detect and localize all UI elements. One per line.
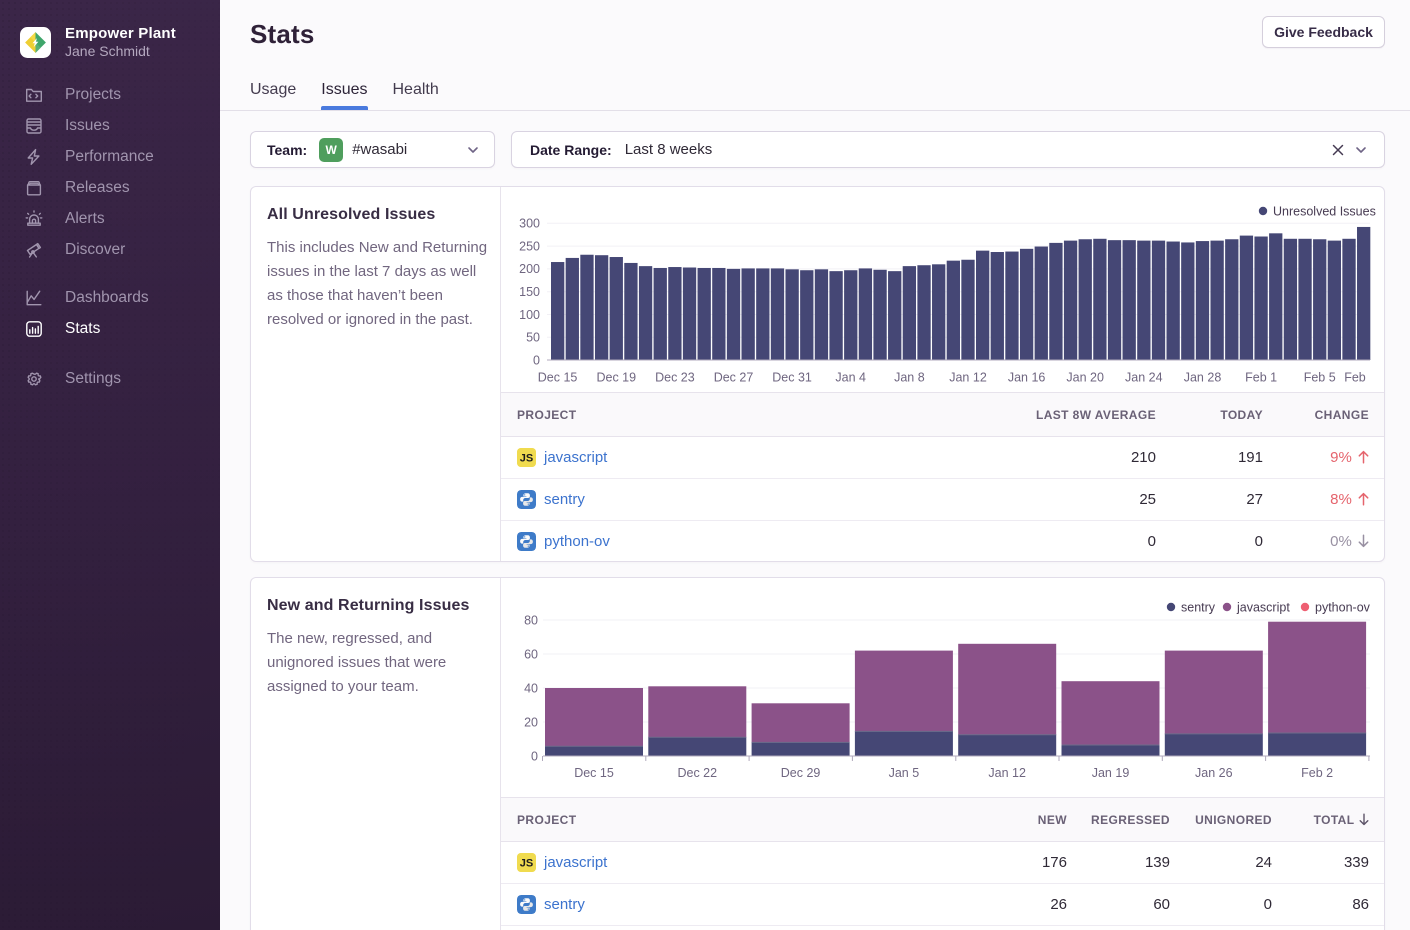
svg-text:Feb: Feb xyxy=(1344,371,1366,385)
svg-text:Jan 5: Jan 5 xyxy=(889,766,920,780)
svg-text:300: 300 xyxy=(519,217,540,231)
svg-text:Jan 20: Jan 20 xyxy=(1066,371,1104,385)
svg-text:200: 200 xyxy=(519,262,540,276)
svg-text:150: 150 xyxy=(519,285,540,299)
svg-text:Jan 8: Jan 8 xyxy=(894,371,925,385)
svg-text:JS: JS xyxy=(520,453,533,465)
svg-text:JS: JS xyxy=(520,858,533,870)
svg-text:Jan 12: Jan 12 xyxy=(988,766,1026,780)
svg-text:Jan 24: Jan 24 xyxy=(1125,371,1163,385)
svg-text:80: 80 xyxy=(524,613,538,627)
svg-text:Jan 4: Jan 4 xyxy=(835,371,866,385)
svg-text:50: 50 xyxy=(526,331,540,345)
svg-text:Dec 22: Dec 22 xyxy=(677,766,717,780)
svg-text:Feb 5: Feb 5 xyxy=(1304,371,1336,385)
svg-text:javascript: javascript xyxy=(1236,600,1290,614)
svg-text:20: 20 xyxy=(524,715,538,729)
svg-text:Jan 12: Jan 12 xyxy=(949,371,987,385)
svg-text:Dec 15: Dec 15 xyxy=(538,371,578,385)
svg-text:0: 0 xyxy=(531,749,538,763)
svg-text:Dec 31: Dec 31 xyxy=(772,371,812,385)
svg-text:Feb 2: Feb 2 xyxy=(1301,766,1333,780)
svg-text:Jan 16: Jan 16 xyxy=(1008,371,1046,385)
svg-text:Feb 1: Feb 1 xyxy=(1245,371,1277,385)
svg-text:0: 0 xyxy=(533,353,540,367)
svg-text:Jan 26: Jan 26 xyxy=(1195,766,1233,780)
svg-text:sentry: sentry xyxy=(1181,600,1216,614)
svg-text:Dec 23: Dec 23 xyxy=(655,371,695,385)
svg-text:Dec 15: Dec 15 xyxy=(574,766,614,780)
svg-text:Jan 28: Jan 28 xyxy=(1184,371,1222,385)
svg-text:Dec 29: Dec 29 xyxy=(781,766,821,780)
svg-text:250: 250 xyxy=(519,239,540,253)
svg-text:Jan 19: Jan 19 xyxy=(1092,766,1130,780)
svg-text:Unresolved Issues: Unresolved Issues xyxy=(1273,204,1376,218)
svg-text:60: 60 xyxy=(524,647,538,661)
svg-text:Dec 27: Dec 27 xyxy=(714,371,754,385)
svg-text:Dec 19: Dec 19 xyxy=(596,371,636,385)
svg-text:40: 40 xyxy=(524,681,538,695)
svg-text:python-ov: python-ov xyxy=(1315,600,1371,614)
svg-text:100: 100 xyxy=(519,308,540,322)
